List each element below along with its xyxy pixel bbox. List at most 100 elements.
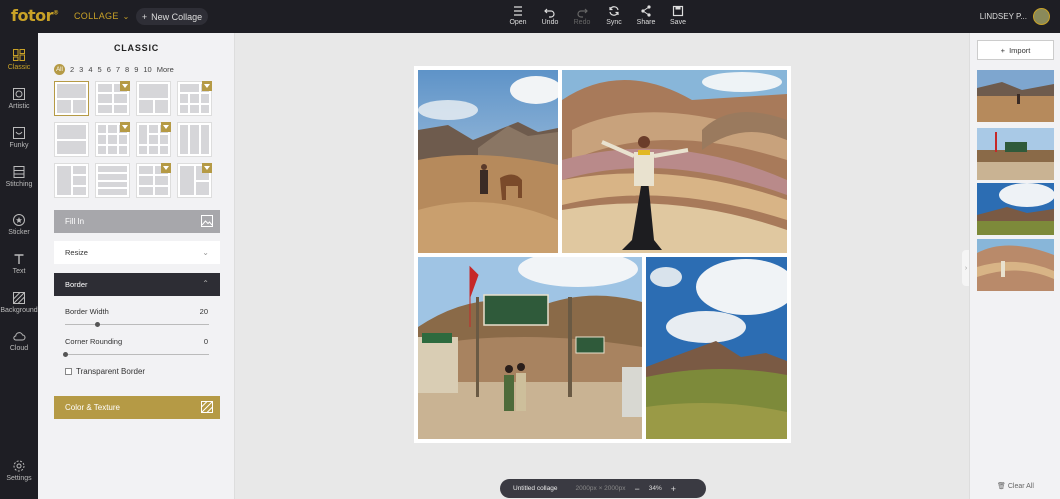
filter-all[interactable]: All <box>54 64 65 75</box>
collage-cell-2[interactable] <box>562 70 787 253</box>
clear-all-button[interactable]: 🗑 Clear All <box>970 482 1060 490</box>
layout-option[interactable] <box>136 163 171 198</box>
filter-10[interactable]: 10 <box>143 65 151 74</box>
collage-cell-4[interactable] <box>646 257 787 439</box>
gear-icon <box>13 460 25 472</box>
rail-item-stitching[interactable]: Stitching <box>0 165 38 188</box>
clear-all-label: Clear All <box>1007 483 1034 490</box>
undo-button[interactable]: Undo <box>540 4 560 26</box>
fotor-logo[interactable]: fotor® <box>11 6 59 25</box>
filter-5[interactable]: 5 <box>98 65 102 74</box>
collage-cell-1[interactable] <box>418 70 558 253</box>
layout-option[interactable] <box>177 163 212 198</box>
photo-thumbnail[interactable] <box>977 128 1054 180</box>
undo-label: Undo <box>541 19 559 26</box>
collage-canvas[interactable] <box>414 66 791 443</box>
layout-option[interactable] <box>177 81 212 116</box>
filter-4[interactable]: 4 <box>88 65 92 74</box>
rail-item-settings[interactable]: Settings <box>0 459 38 482</box>
filter-9[interactable]: 9 <box>134 65 138 74</box>
filter-8[interactable]: 8 <box>125 65 129 74</box>
filter-6[interactable]: 6 <box>107 65 111 74</box>
open-label: Open <box>509 19 527 26</box>
import-label: Import <box>1009 45 1031 55</box>
border-width-slider[interactable] <box>65 322 209 327</box>
rail-item-funky[interactable]: Funky <box>0 126 38 149</box>
save-button[interactable]: Save <box>668 4 688 26</box>
layout-option[interactable] <box>95 81 130 116</box>
redo-button[interactable]: Redo <box>572 4 592 26</box>
filter-3[interactable]: 3 <box>79 65 83 74</box>
mode-label: COLLAGE <box>74 11 119 21</box>
fill-in-label: Fill In <box>65 217 85 226</box>
layout-option[interactable] <box>177 122 212 157</box>
transparent-border-option[interactable]: Transparent Border <box>65 367 145 376</box>
sync-button[interactable]: Sync <box>604 4 624 26</box>
new-collage-button[interactable]: + New Collage <box>136 8 208 25</box>
layout-option[interactable] <box>95 163 130 198</box>
transparent-border-checkbox[interactable] <box>65 368 72 375</box>
photo-thumbnail[interactable] <box>977 70 1054 122</box>
zoom-out-button[interactable]: − <box>635 484 640 494</box>
fill-in-button[interactable]: Fill In <box>54 210 220 233</box>
premium-icon <box>161 122 171 132</box>
user-menu[interactable]: LINDSEY P... <box>980 8 1050 25</box>
color-texture-button[interactable]: Color & Texture <box>54 396 220 419</box>
photo-rainbow-mountain <box>562 70 787 253</box>
status-bar: Untitled collage 2000px × 2000px − 34% + <box>500 479 706 498</box>
border-section-toggle[interactable]: Border ⌃ <box>54 273 220 296</box>
layout-option[interactable] <box>95 122 130 157</box>
share-button[interactable]: Share <box>636 4 656 26</box>
share-icon <box>641 5 651 17</box>
trash-icon: 🗑 <box>997 483 1006 490</box>
layout-option[interactable] <box>54 163 89 198</box>
layout-option[interactable] <box>54 81 89 116</box>
collage-name[interactable]: Untitled collage <box>513 485 557 492</box>
photo-green-valley <box>646 257 787 439</box>
rail-item-cloud[interactable]: Cloud <box>0 329 38 352</box>
zoom-in-button[interactable]: + <box>671 484 676 494</box>
rail-item-background[interactable]: Background <box>0 291 38 314</box>
layout-option[interactable] <box>54 122 89 157</box>
zoom-level: 34% <box>648 485 662 492</box>
undo-icon <box>544 8 555 18</box>
user-name: LINDSEY P... <box>979 12 1027 21</box>
avatar <box>1033 8 1050 25</box>
rail-label-artistic: Artistic <box>8 103 30 110</box>
stitching-icon <box>13 166 25 178</box>
open-button[interactable]: Open <box>508 4 528 26</box>
rail-item-sticker[interactable]: Sticker <box>0 213 38 236</box>
top-bar: fotor® COLLAGE ⌄ + New Collage Open Undo … <box>0 0 1060 33</box>
rail-item-classic[interactable]: Classic <box>0 48 38 71</box>
corner-rounding-value: 0 <box>203 337 208 346</box>
rail-item-artistic[interactable]: Artistic <box>0 87 38 110</box>
funky-icon <box>13 127 25 139</box>
rail-item-text[interactable]: Text <box>0 252 38 275</box>
import-button[interactable]: + Import <box>977 40 1054 60</box>
layout-option[interactable] <box>136 122 171 157</box>
layout-option[interactable] <box>136 81 171 116</box>
sticker-icon <box>13 214 25 226</box>
save-label: Save <box>670 19 686 26</box>
corner-rounding-slider-thumb[interactable] <box>63 352 68 357</box>
filter-2[interactable]: 2 <box>70 65 74 74</box>
resize-section-toggle[interactable]: Resize ⌄ <box>54 241 220 264</box>
corner-rounding-slider[interactable] <box>63 352 209 357</box>
rail-label-cloud: Cloud <box>9 345 29 352</box>
filter-7[interactable]: 7 <box>116 65 120 74</box>
collage-cell-3[interactable] <box>418 257 642 439</box>
border-label: Border <box>65 280 88 289</box>
rail-label-sticker: Sticker <box>8 229 30 236</box>
thumb-horse-valley <box>977 70 1054 122</box>
background-icon <box>13 292 25 304</box>
transparent-border-label: Transparent Border <box>76 367 146 376</box>
photo-thumbnail[interactable] <box>977 239 1054 291</box>
share-label: Share <box>636 19 656 26</box>
border-width-slider-thumb[interactable] <box>94 322 100 327</box>
sync-label: Sync <box>606 19 622 26</box>
filter-more[interactable]: More <box>157 65 174 74</box>
mode-dropdown[interactable]: COLLAGE ⌄ <box>74 11 130 21</box>
photo-thumbnail[interactable] <box>977 183 1054 235</box>
artistic-icon <box>13 88 25 100</box>
rail-label-text: Text <box>12 268 26 275</box>
